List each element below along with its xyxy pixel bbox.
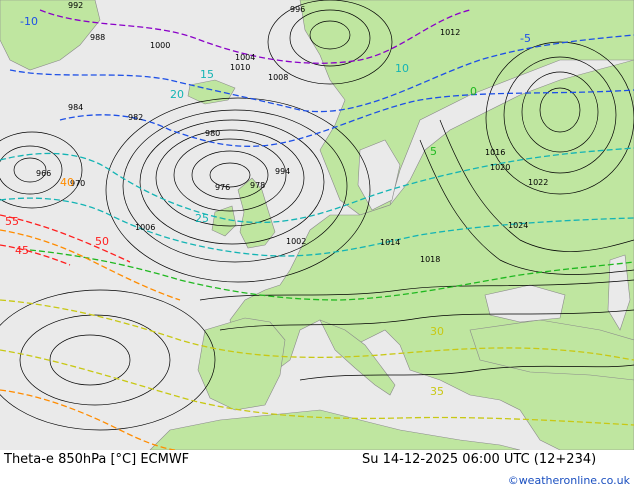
theta-label: 20: [170, 88, 184, 101]
pressure-label: 966: [36, 169, 51, 178]
theta-label: 15: [200, 68, 214, 81]
theta-label: 40: [60, 176, 74, 189]
pressure-label: 1016: [485, 148, 505, 157]
theta-label: 30: [430, 325, 444, 338]
pressure-label: 984: [68, 103, 83, 112]
theta-label: 25: [195, 212, 209, 225]
theta-label: 35: [430, 385, 444, 398]
pressure-label: 1020: [490, 163, 510, 172]
pressure-label: 980: [205, 129, 220, 138]
pressure-label: 1024: [508, 221, 528, 230]
pressure-label: 996: [290, 5, 305, 14]
theta-label: -5: [520, 32, 531, 45]
pressure-label: 982: [128, 113, 143, 122]
pressure-label: 1012: [440, 28, 460, 37]
theta-label: 55: [5, 215, 19, 228]
pressure-label: 1014: [380, 238, 400, 247]
pressure-label: 1004: [235, 53, 255, 62]
pressure-label: 1006: [135, 223, 155, 232]
pressure-label: 1008: [268, 73, 288, 82]
credit-link[interactable]: ©weatheronline.co.uk: [508, 474, 630, 487]
valid-time: Su 14-12-2025 06:00 UTC (12+234): [362, 452, 597, 467]
pressure-label: 1000: [150, 41, 170, 50]
theta-label: 50: [95, 235, 109, 248]
pressure-label: 1002: [286, 237, 306, 246]
theta-label: 10: [395, 62, 409, 75]
pressure-label: 976: [215, 183, 230, 192]
pressure-label: 992: [68, 1, 83, 10]
theta-label: -10: [20, 15, 38, 28]
map-title: Theta-e 850hPa [°C] ECMWF: [4, 452, 190, 467]
theta-label: 45: [15, 244, 29, 257]
pressure-label: 978: [250, 181, 265, 190]
pressure-label: 1010: [230, 63, 250, 72]
pressure-label: 1022: [528, 178, 548, 187]
pressure-label: 988: [90, 33, 105, 42]
weather-map: 992 996 1000 1004 1008 1010 1012 1016 10…: [0, 0, 634, 450]
pressure-label: 1018: [420, 255, 440, 264]
map-canvas: 992 996 1000 1004 1008 1010 1012 1016 10…: [0, 0, 634, 450]
pressure-label: 994: [275, 167, 290, 176]
theta-label: 0: [470, 85, 477, 98]
map-footer: Theta-e 850hPa [°C] ECMWF Su 14-12-2025 …: [0, 450, 634, 490]
theta-label: 5: [430, 145, 437, 158]
